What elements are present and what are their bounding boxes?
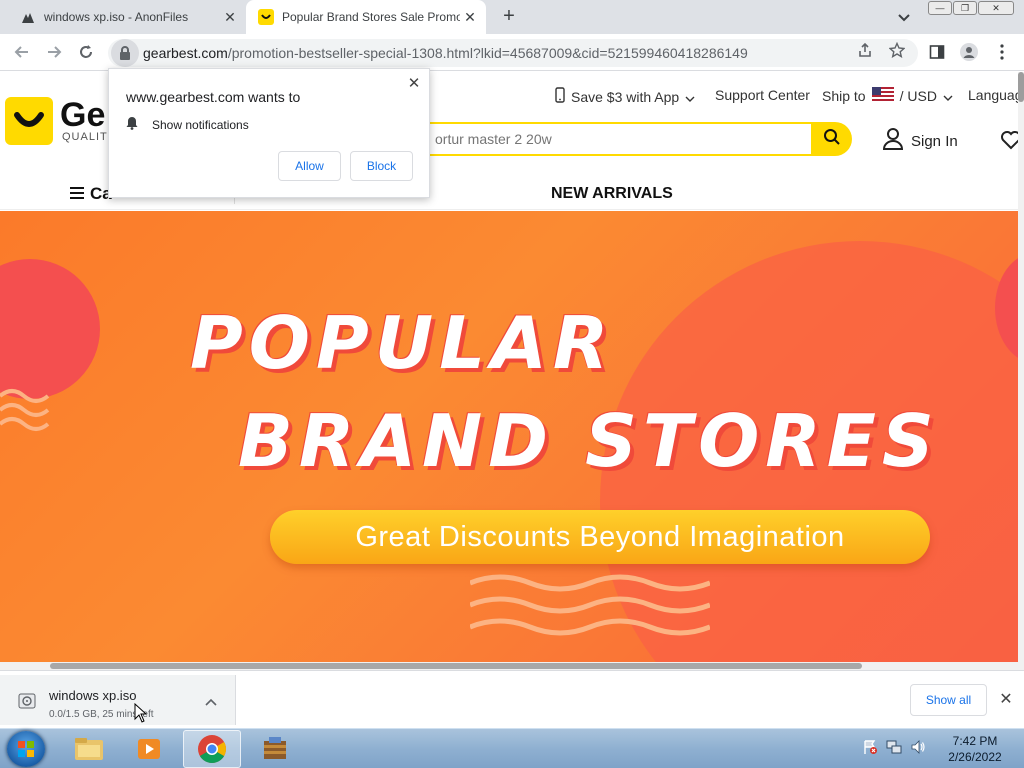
close-tab-icon[interactable]: ✕	[220, 7, 240, 27]
hero-title-line-1: POPULAR	[190, 301, 615, 385]
network-icon[interactable]	[886, 739, 902, 760]
us-flag-icon	[871, 87, 894, 104]
new-tab-button[interactable]: +	[498, 6, 520, 28]
user-icon	[882, 128, 904, 154]
close-tab-icon[interactable]: ✕	[460, 7, 480, 27]
side-panel-icon[interactable]	[928, 43, 946, 61]
forward-icon[interactable]	[44, 42, 64, 62]
download-shelf: windows xp.iso 0.0/1.5 GB, 25 mins left …	[0, 670, 1024, 728]
media-player-taskbar-button[interactable]	[120, 730, 178, 768]
scrollbar-thumb[interactable]	[1018, 72, 1024, 102]
system-tray	[862, 739, 926, 760]
bell-icon	[126, 116, 138, 133]
tab-strip: windows xp.iso - AnonFiles ✕ Popular Bra…	[0, 0, 1024, 34]
close-icon[interactable]: ✕	[405, 75, 423, 93]
gearbest-favicon	[258, 9, 274, 25]
mouse-cursor-icon	[134, 702, 148, 728]
profile-avatar-icon[interactable]	[960, 43, 978, 61]
tab-anonfiles[interactable]: windows xp.iso - AnonFiles ✕	[8, 0, 246, 34]
chevron-up-icon[interactable]	[205, 693, 219, 707]
browser-toolbar: gearbest.com/promotion-bestseller-specia…	[0, 34, 1024, 71]
share-icon[interactable]	[856, 41, 874, 59]
support-center-link[interactable]: Support Center	[715, 87, 810, 103]
search-input[interactable]	[407, 124, 811, 154]
tab-gearbest[interactable]: Popular Brand Stores Sale Promo ✕	[246, 0, 486, 34]
logo-text[interactable]: Ge	[60, 96, 105, 135]
clock-date: 2/26/2022	[948, 750, 1002, 764]
tab-title: Popular Brand Stores Sale Promo	[282, 10, 460, 24]
url-text: gearbest.com/promotion-bestseller-specia…	[143, 45, 748, 61]
dialog-title: www.gearbest.com wants to	[126, 89, 301, 105]
download-filename: windows xp.iso	[49, 688, 137, 703]
lock-icon[interactable]	[111, 39, 139, 67]
chrome-icon	[198, 735, 226, 763]
chevron-down-icon	[943, 88, 953, 104]
taskbar-clock[interactable]: 7:42 PM 2/26/2022	[935, 733, 1015, 765]
bookmark-star-icon[interactable]	[888, 41, 906, 59]
scrollbar-thumb[interactable]	[50, 663, 862, 669]
search-button[interactable]	[811, 122, 852, 156]
file-explorer-taskbar-button[interactable]	[60, 730, 118, 768]
category-menu[interactable]: Ca	[70, 184, 112, 204]
vertical-scrollbar[interactable]	[1018, 72, 1024, 670]
horizontal-scrollbar[interactable]	[0, 662, 1018, 670]
back-icon[interactable]	[12, 42, 32, 62]
start-button[interactable]	[7, 731, 45, 767]
reload-icon[interactable]	[76, 42, 96, 62]
windows-taskbar: 7:42 PM 2/26/2022	[0, 728, 1024, 768]
allow-button[interactable]: Allow	[278, 151, 341, 181]
menu-kebab-icon[interactable]	[993, 43, 1011, 61]
action-center-flag-icon[interactable]	[862, 739, 878, 760]
close-window-button[interactable]: ✕	[978, 1, 1014, 15]
minimize-button[interactable]: —	[928, 1, 952, 15]
wishlist-heart-icon[interactable]	[1000, 130, 1018, 155]
anonfiles-icon	[20, 9, 36, 25]
download-item[interactable]: windows xp.iso 0.0/1.5 GB, 25 mins left	[0, 675, 236, 725]
new-arrivals-link[interactable]: NEW ARRIVALS	[551, 185, 673, 203]
close-icon[interactable]: ✕	[997, 691, 1015, 709]
search-icon	[823, 128, 841, 151]
hero-tagline: Great Discounts Beyond Imagination	[270, 510, 930, 564]
ship-to-selector[interactable]: Ship to / USD	[822, 87, 953, 104]
phone-icon	[555, 87, 565, 106]
language-selector[interactable]: Languag	[968, 87, 1018, 103]
hero-title-line-2: BRAND STORES	[238, 399, 940, 483]
tab-title: windows xp.iso - AnonFiles	[44, 10, 189, 24]
volume-icon[interactable]	[910, 739, 926, 760]
archive-icon	[264, 737, 286, 759]
chrome-taskbar-button[interactable]	[183, 730, 241, 768]
archive-app-taskbar-button[interactable]	[246, 730, 304, 768]
show-all-button[interactable]: Show all	[910, 684, 987, 716]
hamburger-icon	[70, 184, 84, 204]
address-bar[interactable]: gearbest.com/promotion-bestseller-specia…	[108, 39, 918, 67]
media-player-icon	[138, 739, 160, 759]
permission-request: Show notifications	[126, 116, 249, 133]
chevron-down-icon	[685, 89, 695, 105]
iso-file-icon	[18, 692, 38, 710]
site-search-field[interactable]	[405, 122, 811, 156]
notification-permission-dialog: www.gearbest.com wants to ✕ Show notific…	[108, 68, 430, 198]
app-promo-link[interactable]: Save $3 with App	[555, 87, 695, 106]
gearbest-logo-icon[interactable]	[5, 97, 53, 145]
windows-logo-icon	[18, 741, 34, 757]
clock-time: 7:42 PM	[952, 734, 998, 748]
promo-banner[interactable]: POPULAR BRAND STORES Great Discounts Bey…	[0, 211, 1018, 670]
folder-icon	[75, 738, 103, 760]
block-button[interactable]: Block	[350, 151, 413, 181]
maximize-button[interactable]: ❐	[953, 1, 977, 15]
sign-in-link[interactable]: Sign In	[882, 128, 958, 154]
tab-search-icon[interactable]	[896, 9, 912, 25]
wave-decoration-icon	[470, 574, 710, 636]
